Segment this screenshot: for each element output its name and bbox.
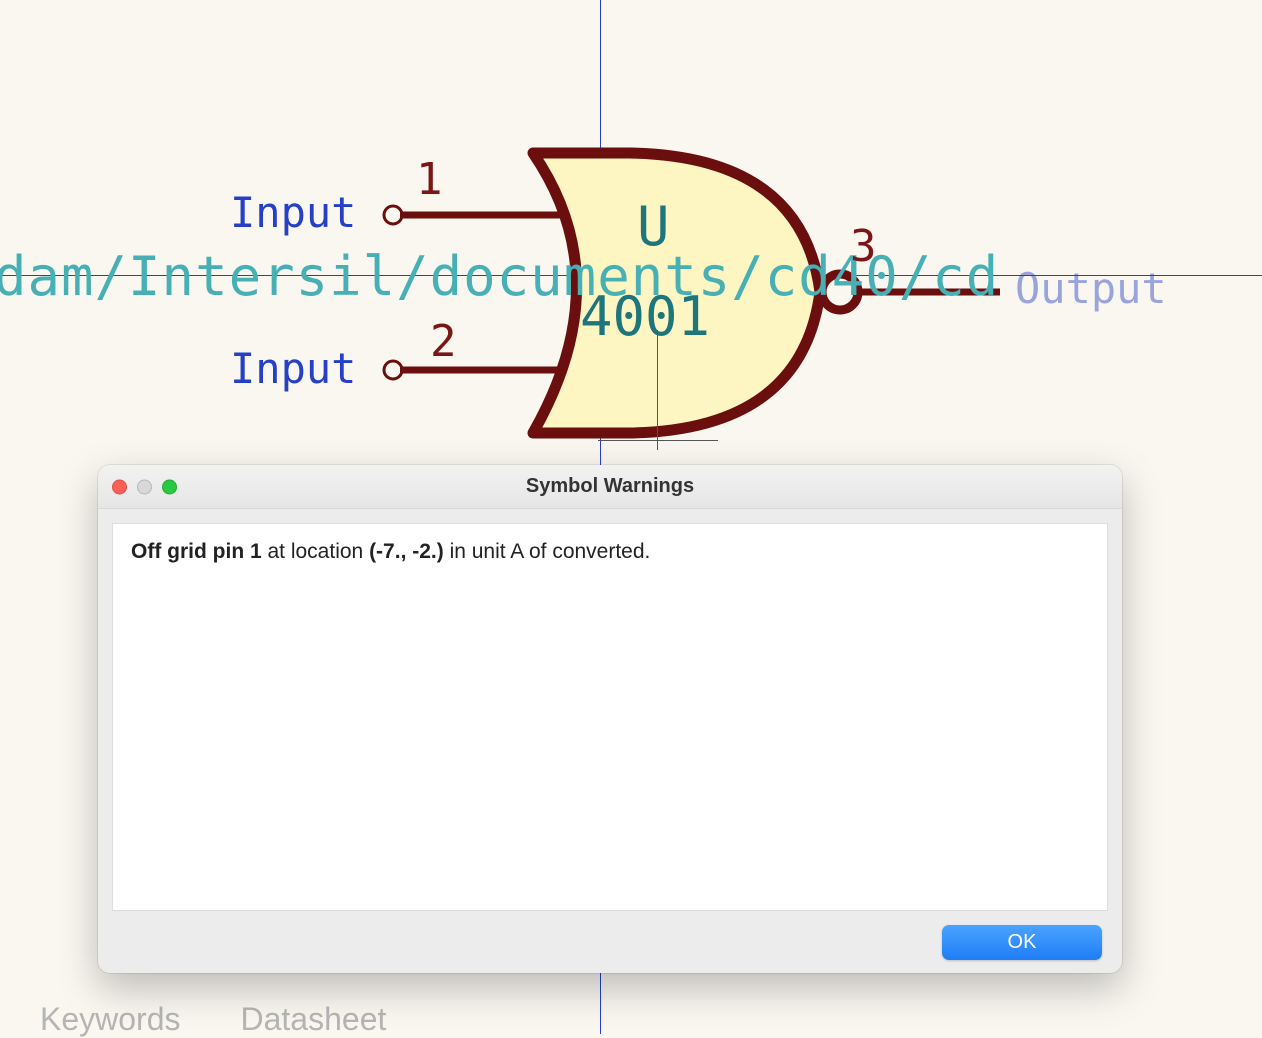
origin-cross-v (657, 330, 658, 450)
footer-datasheet-label: Datasheet (241, 1001, 387, 1038)
pin-1-number: 1 (416, 158, 443, 202)
symbol-value: 4001 (580, 290, 710, 344)
dialog-title: Symbol Warnings (526, 475, 694, 498)
window-zoom-button[interactable] (162, 479, 177, 494)
ok-button[interactable]: OK (942, 925, 1102, 960)
window-minimize-button[interactable] (137, 479, 152, 494)
window-traffic-lights (112, 479, 177, 494)
pin-2-name: Input (230, 348, 356, 390)
origin-cross-h (598, 440, 718, 441)
window-close-button[interactable] (112, 479, 127, 494)
gate-symbol (0, 0, 1262, 450)
symbol-reference: U (637, 200, 670, 254)
warning-pin-bold: Off grid pin 1 (131, 540, 262, 563)
symbol-warnings-dialog: Symbol Warnings Off grid pin 1 at locati… (98, 465, 1122, 973)
warning-text-1: at location (262, 540, 369, 563)
footer-keywords-label: Keywords (40, 1001, 181, 1038)
footer-field-labels: Keywords Datasheet (40, 1001, 386, 1038)
dialog-titlebar[interactable]: Symbol Warnings (98, 465, 1122, 509)
warning-message: Off grid pin 1 at location (-7., -2.) in… (131, 540, 1089, 564)
pin-3-number: 3 (850, 225, 877, 269)
pin-2-number: 2 (430, 320, 457, 364)
pin-1-name: Input (230, 192, 356, 234)
warning-text-2: in unit A of converted. (444, 540, 651, 563)
dialog-message-area: Off grid pin 1 at location (-7., -2.) in… (112, 523, 1108, 911)
pin-3-name: Output (1015, 268, 1167, 310)
warning-coords-bold: (-7., -2.) (369, 540, 444, 563)
dialog-footer: OK (98, 911, 1122, 973)
